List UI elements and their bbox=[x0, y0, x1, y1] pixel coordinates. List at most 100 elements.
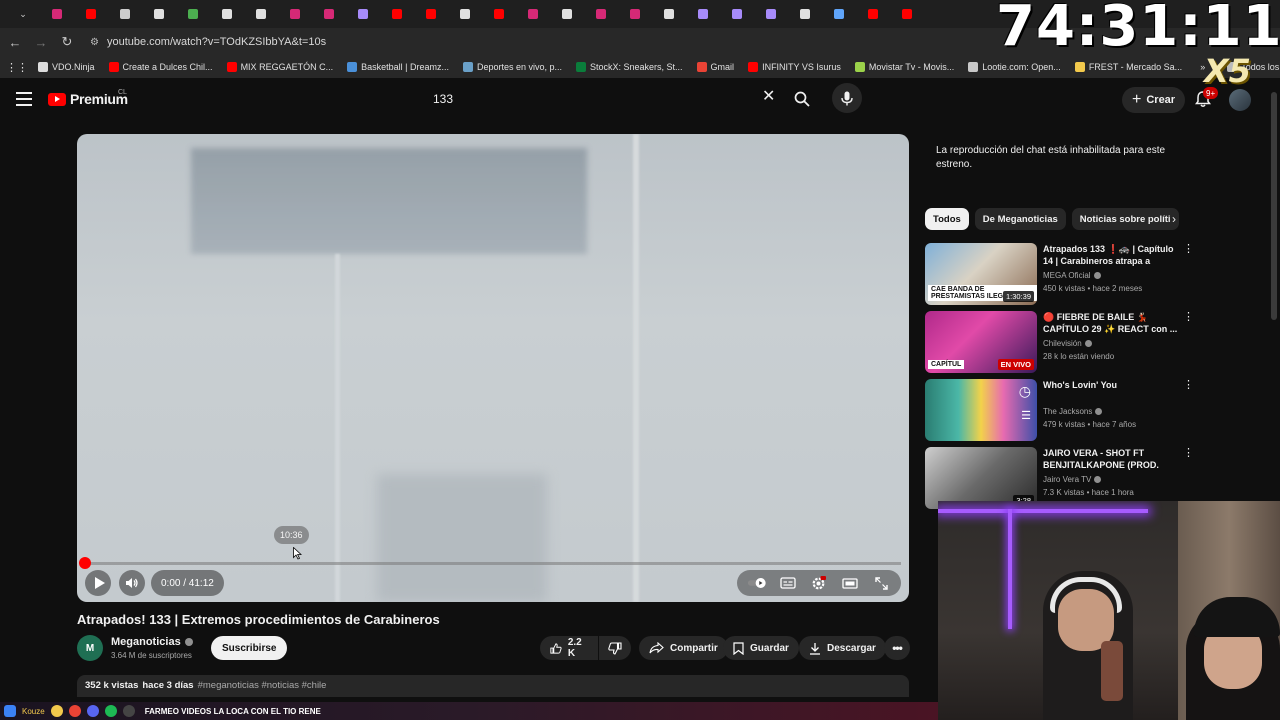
apps-grid-icon[interactable]: ⋮⋮ bbox=[6, 61, 28, 74]
video-thumbnail[interactable]: ◷ ☰ bbox=[925, 379, 1037, 441]
site-info-icon[interactable]: ⚙ bbox=[90, 37, 99, 48]
browser-tab[interactable] bbox=[584, 3, 618, 25]
browser-tab[interactable] bbox=[890, 3, 924, 25]
chrome-icon[interactable] bbox=[68, 705, 81, 717]
recommendation-title[interactable]: Atrapados 133 ❗🚓 | Capítulo 14 | Carabin… bbox=[1043, 243, 1179, 267]
browser-tab[interactable] bbox=[720, 3, 754, 25]
volume-button[interactable] bbox=[119, 570, 145, 596]
subtitles-button[interactable] bbox=[778, 573, 798, 593]
browser-tab[interactable] bbox=[414, 3, 448, 25]
app-icon[interactable] bbox=[4, 705, 16, 717]
more-vertical-icon[interactable]: ⋮ bbox=[1183, 380, 1194, 391]
browser-tab[interactable] bbox=[74, 3, 108, 25]
spotify-icon[interactable] bbox=[104, 705, 117, 717]
filter-chip[interactable]: Noticias sobre políti bbox=[1071, 208, 1179, 230]
browser-tab[interactable] bbox=[176, 3, 210, 25]
bookmark[interactable]: INFINITY VS Isurus bbox=[748, 62, 841, 72]
browser-tab[interactable] bbox=[312, 3, 346, 25]
recommendation-channel-row[interactable]: MEGA Oficial bbox=[1043, 271, 1101, 280]
share-button[interactable]: Compartir bbox=[639, 636, 728, 660]
search-button[interactable] bbox=[786, 83, 818, 115]
browser-tab[interactable] bbox=[550, 3, 584, 25]
obs-icon[interactable] bbox=[122, 705, 135, 717]
bookmark[interactable]: Create a Dulces Chil... bbox=[108, 62, 213, 72]
browser-tab[interactable] bbox=[210, 3, 244, 25]
bookmark[interactable]: Lootie.com: Open... bbox=[968, 62, 1061, 72]
more-vertical-icon[interactable]: ⋮ bbox=[1183, 448, 1194, 459]
recommendation-item[interactable]: CAPÍTUL EN VIVO 🔴 FIEBRE DE BAILE 💃🏻 CAPÍT… bbox=[925, 311, 1194, 373]
browser-tab[interactable] bbox=[754, 3, 788, 25]
browser-tab[interactable] bbox=[618, 3, 652, 25]
voice-search-button[interactable] bbox=[832, 83, 862, 113]
chevron-right-icon[interactable]: › bbox=[1172, 212, 1176, 226]
app-icon[interactable] bbox=[50, 705, 63, 717]
progress-bar[interactable] bbox=[85, 562, 901, 565]
browser-tab[interactable] bbox=[686, 3, 720, 25]
dislike-button[interactable] bbox=[599, 636, 631, 660]
video-thumbnail[interactable]: CAE BANDA DE PRESTAMISTAS ILEG 1:30:39 bbox=[925, 243, 1037, 305]
tab-list-chevron-icon[interactable]: ⌄ bbox=[6, 3, 40, 25]
browser-tab[interactable] bbox=[448, 3, 482, 25]
video-thumbnail[interactable]: 3:28 bbox=[925, 447, 1037, 509]
like-button[interactable]: 2.2 K bbox=[540, 636, 598, 660]
browser-tab[interactable] bbox=[516, 3, 550, 25]
watch-later-icon[interactable]: ◷ bbox=[1019, 383, 1031, 400]
recommendation-item[interactable]: CAE BANDA DE PRESTAMISTAS ILEG 1:30:39 Atr… bbox=[925, 243, 1194, 305]
url-field[interactable]: ⚙ youtube.com/watch?v=TOdKZSIbbYA&t=10s bbox=[84, 31, 984, 53]
more-actions-button[interactable]: ••• bbox=[884, 636, 910, 660]
browser-tab[interactable] bbox=[822, 3, 856, 25]
clear-search-icon[interactable]: ✕ bbox=[762, 89, 775, 105]
add-to-queue-icon[interactable]: ☰ bbox=[1021, 409, 1031, 422]
browser-tab[interactable] bbox=[482, 3, 516, 25]
bookmark[interactable]: Basketball | Dreamz... bbox=[347, 62, 449, 72]
search-input[interactable]: 133 bbox=[424, 86, 792, 112]
recommendation-title[interactable]: 🔴 FIEBRE DE BAILE 💃🏻 CAPÍTULO 29 ✨ REACT… bbox=[1043, 311, 1179, 335]
recommendation-title[interactable]: JAIRO VERA - SHOT FT BENJITALKAPONE (PRO… bbox=[1043, 447, 1179, 471]
discord-icon[interactable] bbox=[86, 705, 99, 717]
recommendation-channel-row[interactable]: Chilevisión bbox=[1043, 339, 1092, 348]
theater-mode-button[interactable] bbox=[840, 573, 860, 593]
settings-button[interactable] bbox=[809, 573, 829, 593]
fullscreen-button[interactable] bbox=[871, 573, 891, 593]
bookmark[interactable]: Gmail bbox=[696, 62, 734, 72]
subscribe-button[interactable]: Suscribirse bbox=[211, 636, 288, 660]
browser-tab[interactable] bbox=[788, 3, 822, 25]
browser-tab[interactable] bbox=[142, 3, 176, 25]
filter-chip[interactable]: De Meganoticias bbox=[974, 208, 1066, 230]
recommendation-channel-row[interactable]: The Jacksons bbox=[1043, 407, 1103, 416]
browser-tab[interactable] bbox=[652, 3, 686, 25]
browser-tab[interactable] bbox=[244, 3, 278, 25]
reload-icon[interactable]: ↻ bbox=[56, 31, 78, 53]
download-button[interactable]: Descargar bbox=[799, 636, 886, 660]
browser-tab[interactable] bbox=[856, 3, 890, 25]
browser-tab[interactable] bbox=[380, 3, 414, 25]
create-button[interactable]: + Crear bbox=[1122, 87, 1186, 113]
back-arrow-icon[interactable]: ← bbox=[4, 31, 26, 53]
bookmark[interactable]: VDO.Ninja bbox=[38, 62, 95, 72]
video-player[interactable]: 10:36 0:00 / 41:12 bbox=[77, 134, 909, 602]
save-button[interactable]: Guardar bbox=[723, 636, 799, 660]
bookmark[interactable]: StockX: Sneakers, St... bbox=[576, 62, 683, 72]
autoplay-toggle[interactable] bbox=[747, 573, 767, 593]
bookmark[interactable]: FREST - Mercado Sa... bbox=[1074, 62, 1182, 72]
browser-tab[interactable] bbox=[40, 3, 74, 25]
browser-tab[interactable] bbox=[346, 3, 380, 25]
channel-name-row[interactable]: Meganoticias bbox=[111, 636, 193, 648]
more-vertical-icon[interactable]: ⋮ bbox=[1183, 312, 1194, 323]
filter-chip[interactable]: Todos bbox=[925, 208, 969, 230]
bookmark[interactable]: Deportes en vivo, p... bbox=[462, 62, 562, 72]
channel-avatar[interactable]: M bbox=[77, 635, 103, 661]
browser-tab[interactable] bbox=[278, 3, 312, 25]
bookmark[interactable]: Movistar Tv - Movis... bbox=[854, 62, 954, 72]
browser-tab[interactable] bbox=[108, 3, 142, 25]
account-avatar[interactable] bbox=[1229, 89, 1251, 111]
forward-arrow-icon[interactable]: → bbox=[30, 31, 52, 53]
recommendation-item[interactable]: ◷ ☰ Who's Lovin' You The Jacksons 479 k vist… bbox=[925, 379, 1194, 441]
recommendation-channel-row[interactable]: Jairo Vera TV bbox=[1043, 475, 1102, 484]
recommendation-item[interactable]: 3:28JAIRO VERA - SHOT FT BENJITALKAPONE … bbox=[925, 447, 1194, 509]
recommendation-title[interactable]: Who's Lovin' You bbox=[1043, 379, 1179, 391]
progress-scrubber[interactable] bbox=[79, 557, 91, 569]
menu-icon[interactable] bbox=[16, 92, 32, 106]
more-vertical-icon[interactable]: ⋮ bbox=[1183, 244, 1194, 255]
description-box[interactable]: 352 k vistas hace 3 días #meganoticias #no… bbox=[77, 675, 909, 697]
